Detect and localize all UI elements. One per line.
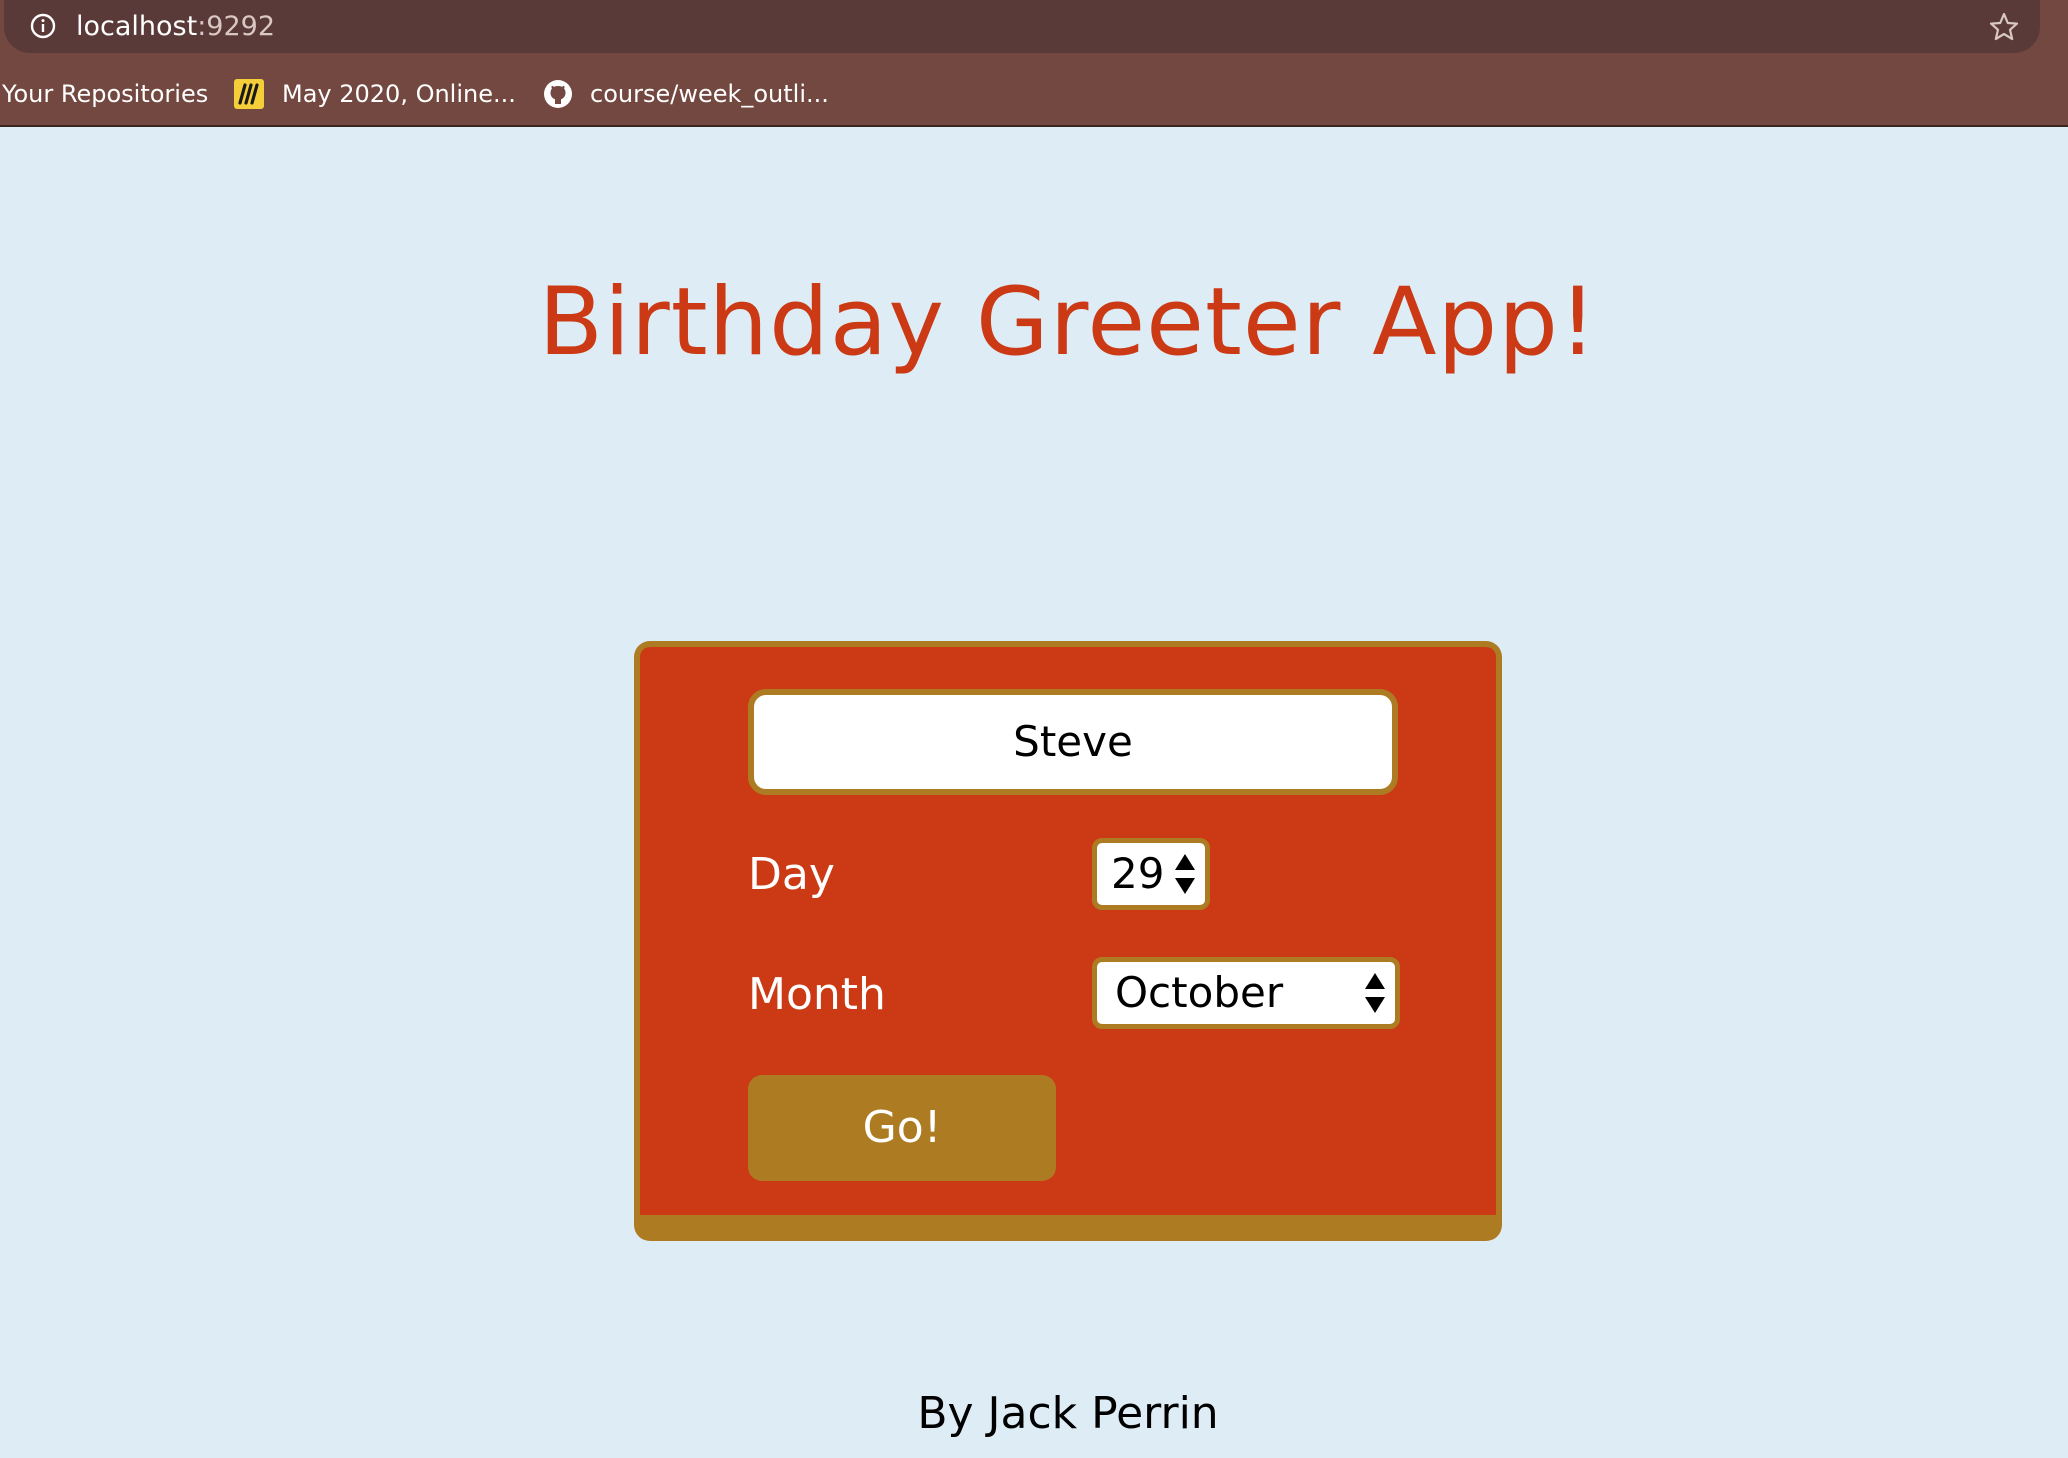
name-input[interactable]: Steve bbox=[748, 689, 1398, 795]
birthday-form: Steve Day 29 Month October Go! bbox=[634, 641, 1502, 1241]
month-label: Month bbox=[748, 969, 886, 1020]
go-button[interactable]: Go! bbox=[748, 1075, 1056, 1181]
browser-chrome: localhost:9292 Your Repositories May 202… bbox=[0, 0, 2068, 127]
bookmark-may-2020[interactable]: May 2020, Online... bbox=[282, 76, 516, 112]
day-label: Day bbox=[748, 849, 835, 900]
url-text[interactable]: localhost:9292 bbox=[76, 0, 275, 53]
info-icon[interactable] bbox=[30, 13, 56, 39]
url-host: localhost bbox=[76, 11, 198, 42]
select-arrows-icon bbox=[1365, 973, 1385, 1013]
month-value: October bbox=[1115, 968, 1284, 1017]
bookmark-your-repositories[interactable]: Your Repositories bbox=[2, 76, 208, 112]
author-credit: By Jack Perrin bbox=[917, 1388, 1219, 1439]
url-port: :9292 bbox=[197, 11, 276, 42]
address-bar[interactable]: localhost:9292 bbox=[4, 0, 2040, 53]
spinner-arrows-icon[interactable] bbox=[1173, 852, 1197, 896]
day-number-input[interactable]: 29 bbox=[1092, 838, 1210, 910]
page-title: Birthday Greeter App! bbox=[538, 268, 1598, 377]
miro-icon bbox=[234, 79, 264, 109]
day-value: 29 bbox=[1111, 849, 1165, 898]
month-select[interactable]: October bbox=[1092, 957, 1400, 1029]
bookmarks-bar: Your Repositories May 2020, Online... co… bbox=[0, 68, 2068, 120]
bookmark-course-week-outline[interactable]: course/week_outli... bbox=[590, 76, 829, 112]
star-icon[interactable] bbox=[1988, 11, 2020, 43]
github-icon bbox=[544, 80, 572, 108]
